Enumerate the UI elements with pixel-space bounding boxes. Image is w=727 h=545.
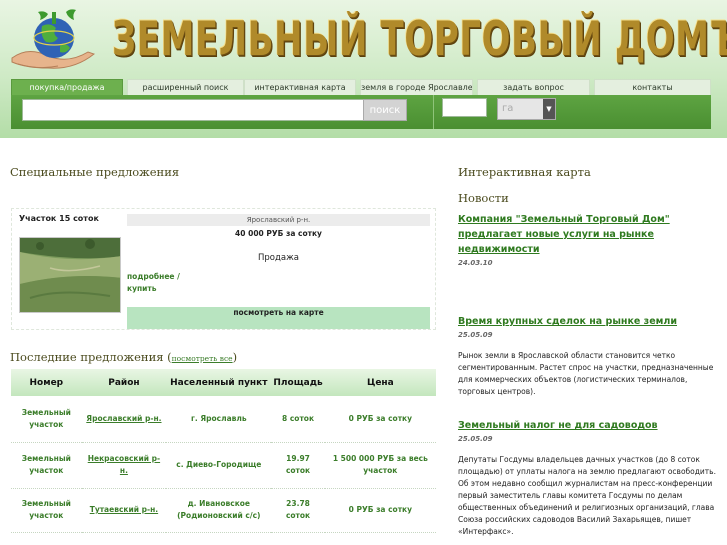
news-headline[interactable]: Земельный налог не для садоводов <box>458 418 724 433</box>
area-unit-value: га <box>502 103 514 114</box>
table-header-row: Номер Район Населенный пункт Площадь Цен… <box>11 369 436 396</box>
cell-area: 8 соток <box>271 396 325 443</box>
col-number: Номер <box>11 369 82 396</box>
cell-area: 19.97 соток <box>271 442 325 489</box>
tab-ask-question[interactable]: задать вопрос <box>477 79 590 95</box>
cell-price: 0 РУБ за сотку <box>324 396 436 443</box>
cell-area: 23.78 соток <box>271 488 325 533</box>
cell-settlement: д. Ивановское (Родионовский с/с) <box>166 488 272 533</box>
offer-details-link[interactable]: подробнее / купить <box>127 271 187 295</box>
col-district: Район <box>81 369 167 396</box>
cell-number: Земельный участок <box>11 488 82 533</box>
cell-settlement: г. Ярославль <box>166 396 272 443</box>
table-row[interactable]: Земельный участок Тутаевский р-н. д. Ива… <box>11 488 436 533</box>
news-headline[interactable]: Компания "Земельный Торговый Дом" предла… <box>458 212 724 257</box>
district-link[interactable]: Тутаевский р-н. <box>90 505 158 514</box>
cell-district: Ярославский р-н. <box>81 396 167 443</box>
news-item: Земельный налог не для садоводов 25.05.0… <box>458 418 724 538</box>
district-link[interactable]: Ярославский р-н. <box>86 414 161 423</box>
bar-divider <box>433 95 434 129</box>
search-button[interactable]: поиск <box>363 99 407 121</box>
table-row[interactable]: Земельный участок Некрасовский р-н. с. Д… <box>11 442 436 489</box>
cell-district: Тутаевский р-н. <box>81 488 167 533</box>
latest-offers-title: Последние предложения <box>10 350 164 364</box>
cell-number: Земельный участок <box>11 396 82 443</box>
chevron-down-icon: ▼ <box>543 99 555 119</box>
news-item: Время крупных сделок на рынке земли 25.0… <box>458 314 724 398</box>
tab-advanced-search[interactable]: расширенный поиск <box>127 79 244 95</box>
news-date: 25.05.09 <box>458 331 493 339</box>
main-nav: покупка/продажа расширенный поиск интера… <box>11 79 711 95</box>
brand-title: ЗЕМЕЛЬНЫЙ ТОРГОВЫЙ ДОМЪ <box>112 12 727 67</box>
special-offers-title: Специальные предложения <box>10 165 180 179</box>
latest-offers-table: Номер Район Населенный пункт Площадь Цен… <box>11 369 436 533</box>
news-date: 25.05.09 <box>458 435 493 443</box>
news-text: Депутаты Госдумы владельцев дачных участ… <box>458 455 716 536</box>
search-bar: поиск га ▼ <box>11 95 711 129</box>
news-headline[interactable]: Время крупных сделок на рынке земли <box>458 314 724 329</box>
offer-price: 40 000 РУБ за сотку <box>235 229 322 238</box>
area-unit-select[interactable]: га ▼ <box>497 98 556 120</box>
col-price: Цена <box>324 369 436 396</box>
tab-interactive-map[interactable]: интерактивная карта <box>244 79 356 95</box>
offer-type: Продажа <box>258 253 299 263</box>
news-date: 24.03.10 <box>458 259 493 267</box>
offer-map-link[interactable]: посмотреть на карте <box>127 307 430 329</box>
tab-buy-sell[interactable]: покупка/продажа <box>11 79 123 95</box>
offer-name: Участок 15 соток <box>19 214 99 223</box>
cell-settlement: с. Диево-Городище <box>166 442 272 489</box>
news-text: Рынок земли в Ярославской области станов… <box>458 351 714 396</box>
district-link[interactable]: Некрасовский р-н. <box>88 454 160 475</box>
news-item: Компания "Земельный Торговый Дом" предла… <box>458 212 724 267</box>
cell-price: 1 500 000 РУБ за весь участок <box>324 442 436 489</box>
news-title: Новости <box>458 191 509 205</box>
tab-city-land[interactable]: земля в городе Ярославле <box>360 79 473 95</box>
see-all-link[interactable]: посмотреть все <box>172 354 233 363</box>
search-input[interactable] <box>22 99 371 121</box>
table-row[interactable]: Земельный участок Ярославский р-н. г. Яр… <box>11 396 436 443</box>
col-area: Площадь <box>271 369 325 396</box>
offer-photo[interactable] <box>19 237 121 313</box>
special-offer-card: Участок 15 соток Ярославский р-н. 40 000… <box>11 208 436 330</box>
offer-district: Ярославский р-н. <box>127 214 430 226</box>
cell-price: 0 РУБ за сотку <box>324 488 436 533</box>
site-header: ЗЕМЕЛЬНЫЙ ТОРГОВЫЙ ДОМЪ покупка/продажа … <box>0 0 727 138</box>
globe-hands-logo[interactable] <box>8 6 100 72</box>
interactive-map-title[interactable]: Интерактивная карта <box>458 165 591 179</box>
cell-number: Земельный участок <box>11 442 82 489</box>
cell-district: Некрасовский р-н. <box>81 442 167 489</box>
area-input[interactable] <box>442 98 487 117</box>
col-settlement: Населенный пункт <box>166 369 272 396</box>
latest-offers-heading: Последние предложения (посмотреть все) <box>10 350 238 364</box>
tab-contacts[interactable]: контакты <box>594 79 711 95</box>
